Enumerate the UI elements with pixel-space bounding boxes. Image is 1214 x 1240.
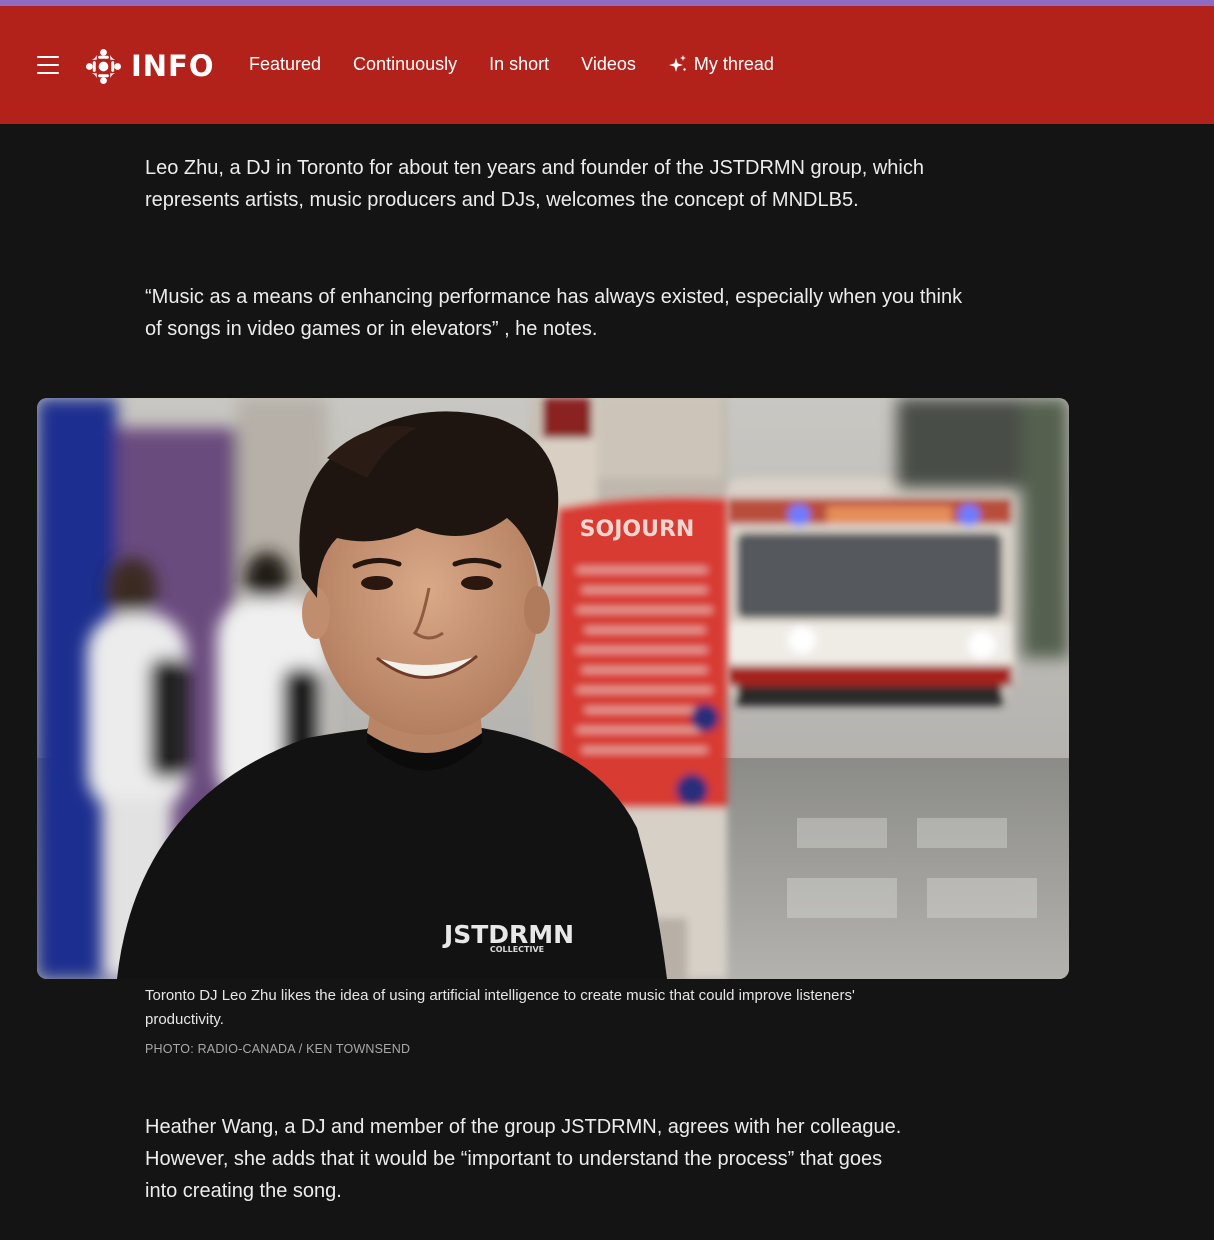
brand-logo-link[interactable]: INFO [86,48,215,84]
photo-credit: PHOTO: RADIO-CANADA / KEN TOWNSEND [145,1042,411,1056]
nav-continuously[interactable]: Continuously [353,52,457,76]
article-photo: SOJOURN JSTDRMN COLLECTIVE [37,398,1069,979]
nav-featured[interactable]: Featured [249,52,321,76]
photo-caption: Toronto DJ Leo Zhu likes the idea of usi… [145,987,855,1028]
article-paragraph: Heather Wang, a DJ and member of the gro… [145,1116,902,1202]
hamburger-menu-icon[interactable] [37,56,59,74]
sparkle-icon [668,55,686,72]
article-quote-paragraph: “Music as a means of enhancing performan… [145,286,963,340]
photo-leo-zhu-illustration: SOJOURN JSTDRMN COLLECTIVE [37,398,1069,979]
site-header: INFO Featured Continuously In short Vide… [0,6,1214,124]
article-paragraph: Leo Zhu, a DJ in Toronto for about ten y… [145,157,924,211]
shirt-logo-subtext: COLLECTIVE [490,945,544,954]
nav-in-short[interactable]: In short [489,52,549,76]
radio-canada-gem-icon [86,48,121,84]
nav-my-thread-label: My thread [693,54,774,74]
main-navigation: Featured Continuously In short Videos My… [249,52,806,76]
brand-wordmark: INFO [131,49,215,83]
nav-my-thread[interactable]: My thread [668,52,774,76]
nav-videos[interactable]: Videos [581,52,636,76]
poster-text: SOJOURN [580,517,695,542]
